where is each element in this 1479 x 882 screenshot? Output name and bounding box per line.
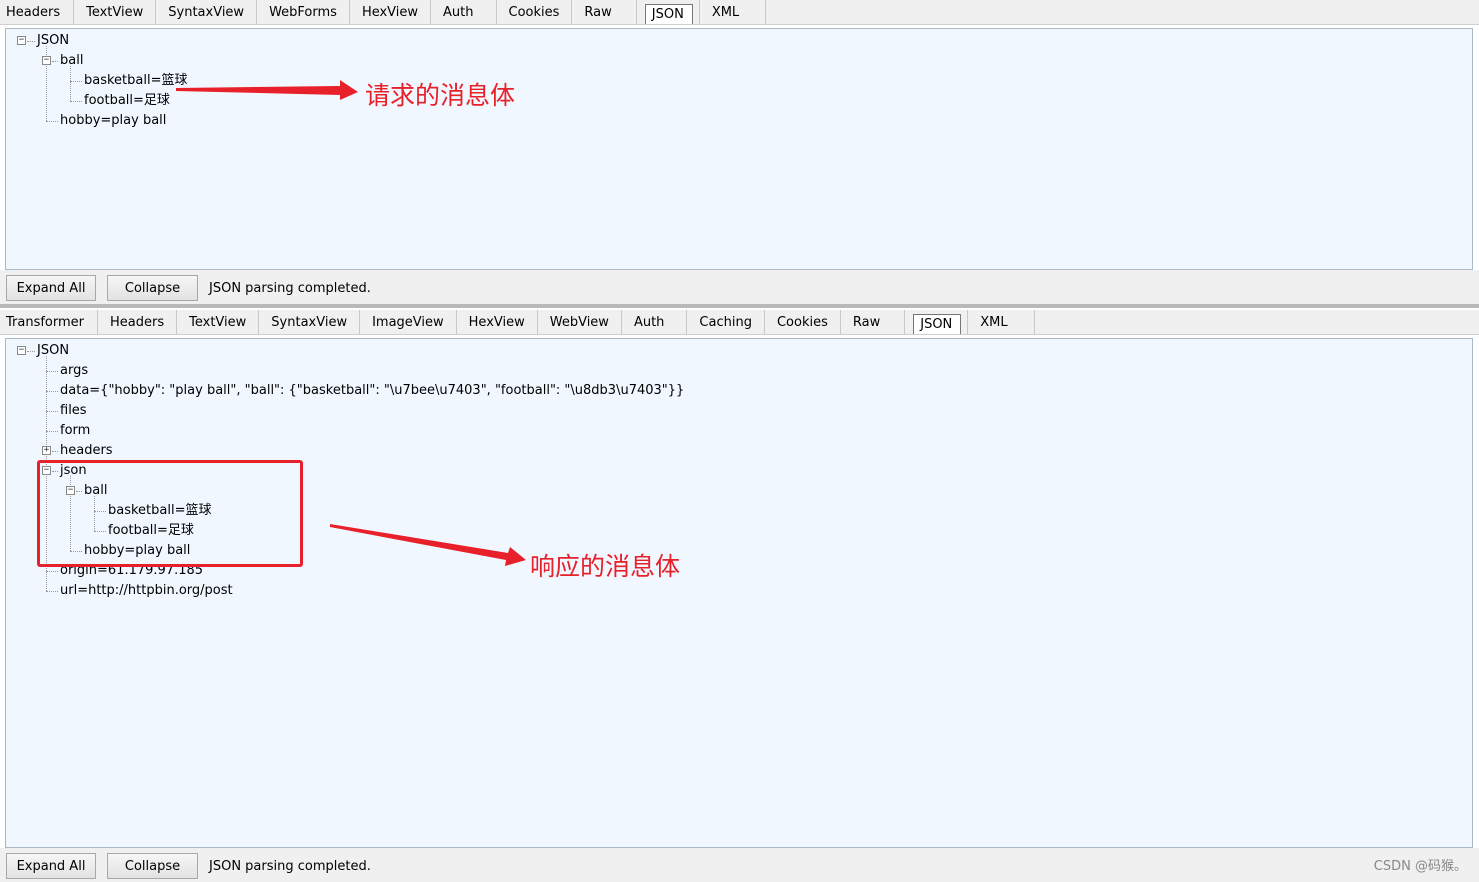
response-body-annotation: 响应的消息体: [530, 552, 681, 581]
annotation-arrows: [176, 80, 526, 566]
response-arrow: [330, 524, 526, 566]
highlight-box: [37, 460, 303, 567]
watermark: CSDN @码猴。: [1373, 859, 1467, 874]
request-body-annotation: 请求的消息体: [365, 81, 516, 110]
request-arrow: [176, 80, 358, 100]
